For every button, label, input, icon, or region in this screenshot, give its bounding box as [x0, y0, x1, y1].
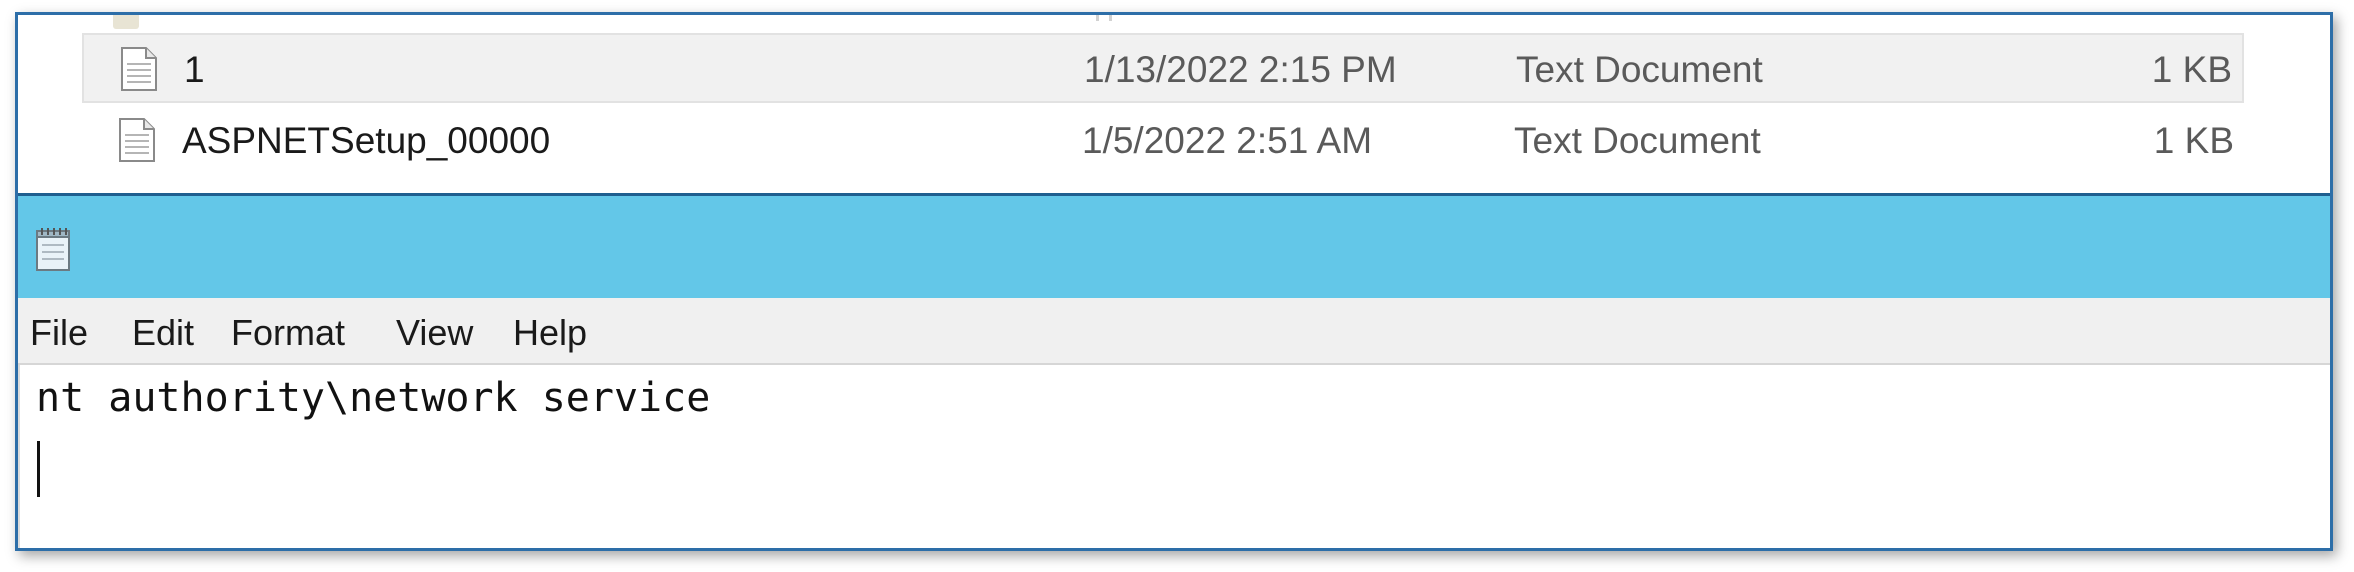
screenshot-frame: 1 1/13/2022 2:15 PM Text Document 1 KB A… [15, 12, 2333, 551]
file-type: Text Document [1514, 120, 1761, 161]
file-name: ASPNETSetup_00000 [182, 120, 551, 161]
partial-text-fragment [1096, 15, 1112, 21]
editor-content-line: nt authority\network service [36, 375, 711, 421]
notepad-menubar: File Edit Format View Help [18, 298, 2330, 365]
file-size: 1 KB [2153, 120, 2234, 161]
file-date-modified: 1/5/2022 2:51 AM [1082, 120, 1373, 161]
file-name: 1 [184, 49, 205, 90]
notepad-text-area[interactable]: nt authority\network service [18, 365, 2330, 548]
folder-icon [113, 15, 139, 29]
file-row[interactable]: 1 1/13/2022 2:15 PM Text Document 1 KB [82, 33, 2244, 103]
menu-help[interactable]: Help [513, 312, 587, 354]
file-explorer-list: 1 1/13/2022 2:15 PM Text Document 1 KB A… [18, 15, 2330, 193]
notepad-window: File Edit Format View Help nt authority\… [18, 193, 2330, 548]
menu-view[interactable]: View [396, 312, 473, 354]
menu-format[interactable]: Format [231, 312, 345, 354]
file-row[interactable]: ASPNETSetup_00000 1/5/2022 2:51 AM Text … [82, 106, 2244, 176]
menu-edit[interactable]: Edit [132, 312, 194, 354]
notepad-titlebar[interactable] [18, 196, 2330, 298]
text-document-icon [121, 47, 157, 91]
menu-file[interactable]: File [30, 312, 88, 354]
file-size: 1 KB [2151, 49, 2232, 90]
text-document-icon [119, 118, 155, 162]
file-type: Text Document [1516, 49, 1763, 90]
file-date-modified: 1/13/2022 2:15 PM [1084, 49, 1397, 90]
partially-visible-row [18, 15, 2330, 33]
text-caret [37, 441, 40, 497]
notepad-icon[interactable] [34, 226, 72, 272]
